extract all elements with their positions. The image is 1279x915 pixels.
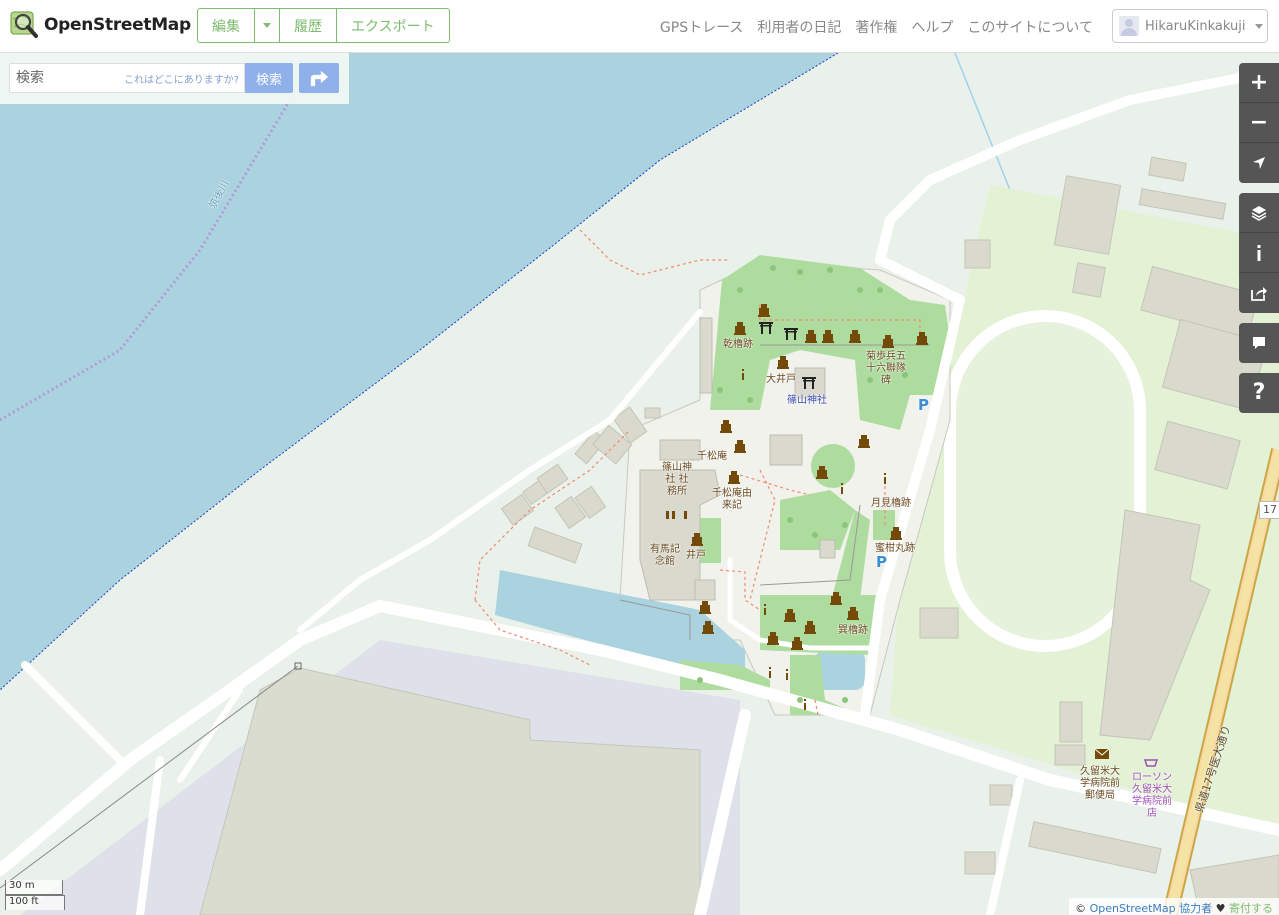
locate-button[interactable] — [1239, 143, 1279, 183]
label-kikubo-monument: 菊歩兵五 十六聯隊 碑 — [866, 351, 906, 386]
contributors-link[interactable]: 協力者 — [1179, 902, 1212, 915]
label-well: 井戸 — [686, 550, 706, 561]
parking-icon: P — [876, 553, 887, 571]
layers-icon — [1251, 205, 1267, 221]
nav-about[interactable]: このサイトについて — [967, 17, 1093, 37]
zoom-in-button[interactable]: + — [1239, 63, 1279, 103]
nav-gps-traces[interactable]: GPSトレース — [660, 17, 743, 37]
avatar — [1119, 16, 1139, 36]
search-panel: これはどこにありますか? 検索 — [0, 53, 349, 104]
user-name: HikaruKinkakuji — [1145, 18, 1246, 34]
label-oido: 大井戸 — [766, 374, 796, 385]
road-shield-17: 17 — [1259, 501, 1279, 519]
zoom-controls: + − — [1239, 63, 1279, 183]
chevron-down-icon — [1255, 23, 1264, 29]
home-logo[interactable]: OpenStreetMap — [10, 11, 191, 39]
header-bar: OpenStreetMap 編集 履歴 エクスポート GPSトレース 利用者の日… — [0, 0, 1279, 53]
label-tatsumi-yagura: 巽櫓跡 — [838, 625, 868, 636]
question-icon: ? — [1252, 380, 1266, 405]
label-arima-museum: 有馬記 念館 — [650, 544, 680, 567]
note-icon — [1253, 337, 1265, 349]
plus-icon: + — [1249, 69, 1269, 95]
layers-button[interactable] — [1239, 193, 1279, 233]
app-root: OpenStreetMap 編集 履歴 エクスポート GPSトレース 利用者の日… — [0, 0, 1279, 915]
edit-button[interactable]: 編集 — [198, 9, 255, 42]
label-post-office: 久留米大 学病院前 郵便局 — [1080, 766, 1120, 801]
user-menu-button[interactable]: HikaruKinkakuji — [1112, 9, 1268, 43]
map-canvas[interactable]: 筑後川 乾櫓跡 菊歩兵五 十六聯隊 碑 大井戸 篠山神社 千松庵 篠山神 社 社… — [0, 53, 1279, 915]
scale-metric: 30 m — [5, 880, 63, 895]
where-is-this-link[interactable]: これはどこにありますか? — [124, 71, 239, 86]
layer-controls — [1239, 193, 1279, 313]
heart-icon: ♥ — [1215, 902, 1226, 915]
search-button[interactable]: 検索 — [245, 63, 293, 93]
label-senshoan: 千松庵 — [697, 451, 727, 462]
share-button[interactable] — [1239, 273, 1279, 313]
zoom-out-button[interactable]: − — [1239, 103, 1279, 143]
search-box: これはどこにありますか? — [9, 63, 245, 93]
info-icon — [1257, 244, 1261, 261]
nav-copyright[interactable]: 著作権 — [855, 17, 897, 37]
scale-imperial: 100 ft — [5, 895, 65, 910]
search-input[interactable] — [10, 70, 120, 86]
parking-icon: P — [918, 396, 929, 414]
label-inui-yagura: 乾櫓跡 — [723, 339, 753, 350]
edit-button-group: 編集 履歴 エクスポート — [197, 8, 450, 43]
scale-bar: 30 m 100 ft — [5, 880, 65, 910]
add-note-button[interactable] — [1239, 323, 1279, 363]
locate-icon — [1253, 157, 1265, 169]
chevron-down-icon — [263, 23, 271, 28]
history-button[interactable]: 履歴 — [280, 9, 337, 42]
minus-icon: − — [1249, 109, 1269, 135]
query-features-button[interactable]: ? — [1239, 373, 1279, 413]
directions-icon — [310, 70, 329, 87]
label-shrine-office: 篠山神 社 社 務所 — [662, 462, 692, 497]
label-tsukimi-yagura: 月見櫓跡 — [871, 498, 911, 509]
share-icon — [1251, 287, 1267, 301]
nav-help[interactable]: ヘルプ — [911, 17, 953, 37]
help-controls: ? — [1239, 373, 1279, 413]
label-lawson: ローソン 久留米大 学病院前 店 — [1132, 772, 1172, 819]
note-controls — [1239, 323, 1279, 363]
export-button[interactable]: エクスポート — [337, 9, 449, 42]
osm-link[interactable]: OpenStreetMap — [1090, 902, 1176, 915]
copyright-symbol: © — [1075, 902, 1087, 915]
nav-user-diaries[interactable]: 利用者の日記 — [757, 17, 841, 37]
map-key-button[interactable] — [1239, 233, 1279, 273]
directions-button[interactable] — [299, 63, 339, 93]
label-senshoan-yurai: 千松庵由 来記 — [712, 488, 752, 511]
donate-link[interactable]: 寄付する — [1229, 902, 1273, 915]
attribution: © OpenStreetMap 協力者 ♥ 寄付する — [1069, 898, 1279, 915]
edit-dropdown-button[interactable] — [255, 9, 280, 42]
osm-logo-icon — [10, 11, 38, 39]
logo-text: OpenStreetMap — [44, 15, 191, 35]
top-nav: GPSトレース 利用者の日記 著作権 ヘルプ このサイトについて — [660, 17, 1093, 37]
label-shinozaka-shrine: 篠山神社 — [787, 395, 827, 406]
